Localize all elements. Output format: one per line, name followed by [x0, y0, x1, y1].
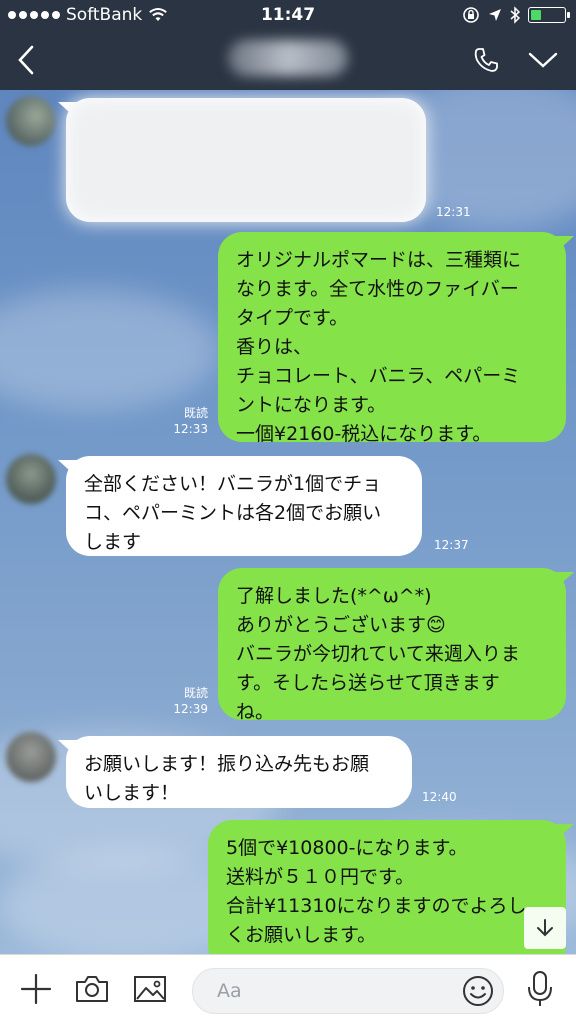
- chevron-down-icon: [528, 52, 558, 68]
- contact-name-blurred: [228, 40, 348, 76]
- message-bubble-incoming[interactable]: 全部ください！バニラが1個でチョ コ、ペパーミントは各2個でお願い します: [66, 456, 422, 556]
- image-icon: [134, 976, 166, 1002]
- plus-icon: [20, 973, 52, 1005]
- emoji-icon: [463, 976, 493, 1006]
- contact-avatar[interactable]: [6, 96, 56, 146]
- arrow-down-icon: [537, 919, 553, 937]
- message-time: 12:37: [434, 538, 469, 552]
- read-receipt: 既読: [183, 686, 208, 700]
- add-button[interactable]: [16, 969, 56, 1009]
- message-time: 12:31: [436, 205, 471, 219]
- chat-area[interactable]: 12:31 既読 12:33 オリジナルポマードは、三種類に なります。全て水性…: [0, 90, 576, 954]
- camera-button[interactable]: [72, 969, 112, 1009]
- scroll-to-bottom-button[interactable]: [524, 907, 566, 949]
- menu-button[interactable]: [524, 42, 562, 78]
- contact-avatar[interactable]: [6, 732, 56, 782]
- back-button[interactable]: [8, 40, 44, 80]
- rotation-lock-icon: [463, 7, 479, 23]
- message-time: 12:33: [173, 422, 208, 436]
- call-button[interactable]: [468, 42, 504, 78]
- message-bubble-outgoing[interactable]: 5個で¥10800-になります。 送料が５１０円です。 合計¥11310になりま…: [208, 820, 566, 954]
- phone-icon: [474, 48, 498, 72]
- voice-button[interactable]: [520, 969, 560, 1009]
- read-receipt: 既読: [183, 406, 208, 420]
- bluetooth-icon: [510, 6, 520, 24]
- contact-avatar[interactable]: [6, 454, 56, 504]
- battery-icon: [528, 7, 570, 23]
- message-input[interactable]: Aa: [192, 968, 504, 1014]
- microphone-icon: [528, 971, 552, 1006]
- message-time: 12:40: [422, 790, 457, 804]
- message-input-bar: Aa: [0, 954, 576, 1024]
- message-time: 12:39: [173, 702, 208, 716]
- location-icon: [489, 9, 501, 21]
- status-bar: SoftBank 11:47: [0, 0, 576, 30]
- chevron-left-icon: [18, 45, 34, 75]
- message-bubble-outgoing[interactable]: 了解しました(*^ω^*) ありがとうございます😊 バニラが今切れていて来週入り…: [218, 568, 566, 723]
- image-button[interactable]: [130, 969, 170, 1009]
- message-bubble-outgoing[interactable]: オリジナルポマードは、三種類に なります。全て水性のファイバー タイプです。 香…: [218, 232, 566, 445]
- blurred-message-content: [66, 98, 426, 222]
- message-bubble-incoming[interactable]: お願いします！振り込み先もお願 いします！: [66, 736, 412, 808]
- message-bubble-incoming[interactable]: [66, 98, 426, 222]
- message-input-placeholder: Aa: [217, 980, 242, 1002]
- status-right: [462, 6, 570, 24]
- camera-icon: [76, 976, 108, 1002]
- emoji-button[interactable]: [461, 974, 495, 1008]
- chat-header: [0, 30, 576, 90]
